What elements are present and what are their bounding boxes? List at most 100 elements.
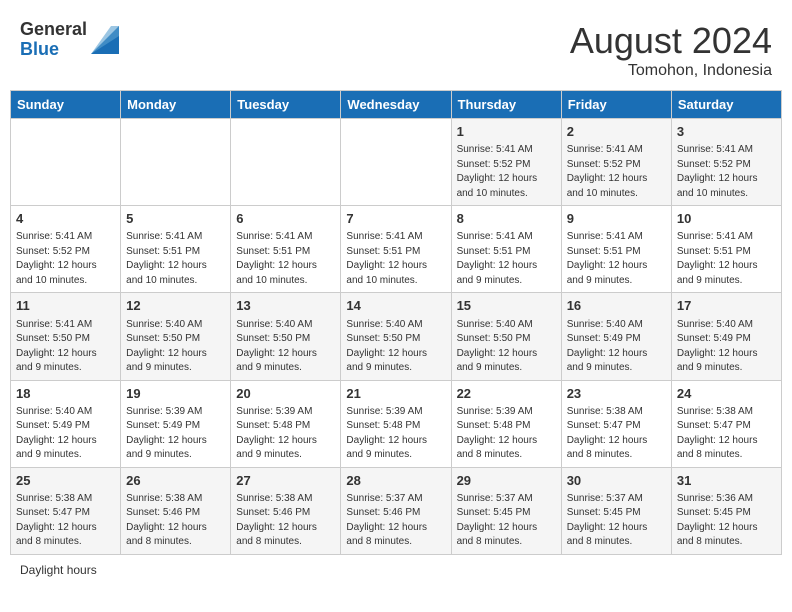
calendar-cell: 10Sunrise: 5:41 AM Sunset: 5:51 PM Dayli… [671,206,781,293]
col-header-friday: Friday [561,91,671,119]
header: General Blue August 2024 Tomohon, Indone… [10,10,782,85]
calendar-cell: 2 Sunrise: 5:41 AM Sunset: 5:52 PM Daylig… [561,119,671,206]
day-info: Sunrise: 5:41 AM Sunset: 5:50 PM Dayligh… [16,318,115,376]
day-info: Sunrise: 5:41 AM Sunset: 5:51 PM Dayligh… [346,230,445,288]
daylight-hours-label: Daylight hours [20,563,97,577]
col-header-sunday: Sunday [11,91,121,119]
day-number: 31 [677,472,776,490]
day-number: 3 [677,123,776,141]
day-info: Sunrise: 5:37 AM Sunset: 5:45 PM Dayligh… [567,492,666,550]
day-info: Sunrise: 5:38 AM Sunset: 5:46 PM Dayligh… [126,492,225,550]
calendar-cell: 11 Sunrise: 5:41 AM Sunset: 5:50 PM Dayli… [11,293,121,380]
day-number: 25 [16,472,115,490]
calendar-cell: 8 Sunrise: 5:41 AM Sunset: 5:51 PM Daylig… [451,206,561,293]
day-info: Sunrise: 5:41 AM Sunset: 5:51 PM Dayligh… [236,230,335,288]
calendar-cell: 7 Sunrise: 5:41 AM Sunset: 5:51 PM Daylig… [341,206,451,293]
calendar-cell: 13Sunrise: 5:40 AM Sunset: 5:50 PM Dayli… [231,293,341,380]
calendar-cell: 14 Sunrise: 5:40 AM Sunset: 5:50 PM Dayli… [341,293,451,380]
calendar-cell: 21Sunrise: 5:39 AM Sunset: 5:48 PM Dayli… [341,380,451,467]
calendar-week-row-5: 25 Sunrise: 5:38 AM Sunset: 5:47 PM Dayli… [11,467,782,554]
col-header-wednesday: Wednesday [341,91,451,119]
calendar-cell: 15 Sunrise: 5:40 AM Sunset: 5:50 PM Dayli… [451,293,561,380]
day-number: 8 [457,210,556,228]
day-number: 20 [236,385,335,403]
day-number: 2 [567,123,666,141]
day-number: 26 [126,472,225,490]
day-info: Sunrise: 5:41 AM Sunset: 5:52 PM Dayligh… [16,230,115,288]
page-container: General Blue August 2024 Tomohon, Indone… [10,10,782,577]
day-number: 17 [677,297,776,315]
day-number: 1 [457,123,556,141]
day-info: Sunrise: 5:41 AM Sunset: 5:52 PM Dayligh… [457,143,556,201]
day-number: 4 [16,210,115,228]
day-number: 12 [126,297,225,315]
calendar-cell: 1 Sunrise: 5:41 AM Sunset: 5:52 PM Daylig… [451,119,561,206]
day-number: 6 [236,210,335,228]
day-info: Sunrise: 5:40 AM Sunset: 5:49 PM Dayligh… [677,318,776,376]
calendar-cell: 12 Sunrise: 5:40 AM Sunset: 5:50 PM Dayli… [121,293,231,380]
day-info: Sunrise: 5:39 AM Sunset: 5:48 PM Dayligh… [236,405,335,463]
day-info: Sunrise: 5:37 AM Sunset: 5:45 PM Dayligh… [457,492,556,550]
day-number: 30 [567,472,666,490]
day-number: 13 [236,297,335,315]
logo-text: General Blue [20,20,87,60]
day-number: 29 [457,472,556,490]
day-number: 11 [16,297,115,315]
legend: Daylight hours [10,563,782,577]
month-year-title: August 2024 [570,20,772,62]
day-number: 21 [346,385,445,403]
calendar-week-row-1: 1 Sunrise: 5:41 AM Sunset: 5:52 PM Daylig… [11,119,782,206]
day-info: Sunrise: 5:41 AM Sunset: 5:52 PM Dayligh… [567,143,666,201]
day-number: 27 [236,472,335,490]
day-number: 15 [457,297,556,315]
day-info: Sunrise: 5:38 AM Sunset: 5:47 PM Dayligh… [567,405,666,463]
day-info: Sunrise: 5:38 AM Sunset: 5:47 PM Dayligh… [677,405,776,463]
calendar-cell: 20 Sunrise: 5:39 AM Sunset: 5:48 PM Dayli… [231,380,341,467]
calendar-cell: 29 Sunrise: 5:37 AM Sunset: 5:45 PM Dayli… [451,467,561,554]
logo-general: General [20,20,87,40]
calendar-cell: 19Sunrise: 5:39 AM Sunset: 5:49 PM Dayli… [121,380,231,467]
calendar-cell [231,119,341,206]
logo: General Blue [20,20,119,60]
day-number: 7 [346,210,445,228]
day-info: Sunrise: 5:41 AM Sunset: 5:51 PM Dayligh… [457,230,556,288]
day-info: Sunrise: 5:36 AM Sunset: 5:45 PM Dayligh… [677,492,776,550]
calendar-cell: 18Sunrise: 5:40 AM Sunset: 5:49 PM Dayli… [11,380,121,467]
calendar-cell: 25 Sunrise: 5:38 AM Sunset: 5:47 PM Dayli… [11,467,121,554]
calendar-cell [11,119,121,206]
day-info: Sunrise: 5:38 AM Sunset: 5:46 PM Dayligh… [236,492,335,550]
day-number: 22 [457,385,556,403]
day-number: 23 [567,385,666,403]
calendar-cell: 28Sunrise: 5:37 AM Sunset: 5:46 PM Dayli… [341,467,451,554]
calendar-header-row: SundayMondayTuesdayWednesdayThursdayFrid… [11,91,782,119]
calendar-cell: 30 Sunrise: 5:37 AM Sunset: 5:45 PM Dayli… [561,467,671,554]
col-header-monday: Monday [121,91,231,119]
calendar-week-row-2: 4 Sunrise: 5:41 AM Sunset: 5:52 PM Daylig… [11,206,782,293]
calendar-cell [341,119,451,206]
calendar-cell: 4 Sunrise: 5:41 AM Sunset: 5:52 PM Daylig… [11,206,121,293]
day-info: Sunrise: 5:37 AM Sunset: 5:46 PM Dayligh… [346,492,445,550]
day-info: Sunrise: 5:40 AM Sunset: 5:50 PM Dayligh… [126,318,225,376]
day-info: Sunrise: 5:40 AM Sunset: 5:50 PM Dayligh… [346,318,445,376]
calendar-cell: 26 Sunrise: 5:38 AM Sunset: 5:46 PM Dayli… [121,467,231,554]
col-header-saturday: Saturday [671,91,781,119]
day-number: 19 [126,385,225,403]
col-header-tuesday: Tuesday [231,91,341,119]
day-info: Sunrise: 5:39 AM Sunset: 5:48 PM Dayligh… [457,405,556,463]
calendar-cell: 17 Sunrise: 5:40 AM Sunset: 5:49 PM Dayli… [671,293,781,380]
location-subtitle: Tomohon, Indonesia [570,62,772,80]
calendar-cell: 23 Sunrise: 5:38 AM Sunset: 5:47 PM Dayli… [561,380,671,467]
calendar-cell: 6 Sunrise: 5:41 AM Sunset: 5:51 PM Daylig… [231,206,341,293]
day-number: 14 [346,297,445,315]
calendar-cell: 22 Sunrise: 5:39 AM Sunset: 5:48 PM Dayli… [451,380,561,467]
calendar-cell: 5 Sunrise: 5:41 AM Sunset: 5:51 PM Daylig… [121,206,231,293]
day-number: 5 [126,210,225,228]
logo-icon [91,26,119,54]
col-header-thursday: Thursday [451,91,561,119]
day-info: Sunrise: 5:40 AM Sunset: 5:49 PM Dayligh… [567,318,666,376]
day-info: Sunrise: 5:38 AM Sunset: 5:47 PM Dayligh… [16,492,115,550]
calendar-week-row-4: 18Sunrise: 5:40 AM Sunset: 5:49 PM Dayli… [11,380,782,467]
day-info: Sunrise: 5:41 AM Sunset: 5:51 PM Dayligh… [126,230,225,288]
calendar-cell: 3Sunrise: 5:41 AM Sunset: 5:52 PM Daylig… [671,119,781,206]
day-info: Sunrise: 5:40 AM Sunset: 5:50 PM Dayligh… [457,318,556,376]
